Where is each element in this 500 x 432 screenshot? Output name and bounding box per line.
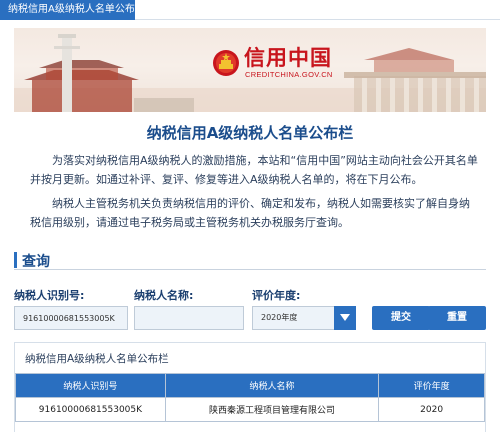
evaluation-year-label: 评价年度: xyxy=(252,289,301,302)
taxpayer-name-label: 纳税人名称: xyxy=(134,289,194,302)
column-header-taxpayer-name: 纳税人名称 xyxy=(164,373,380,398)
page-title: 纳税信用A级纳税人名单公布栏 xyxy=(146,124,354,142)
results-panel: 纳税信用A级纳税人名单公布栏 纳税人识别号 纳税人名称 评价年度 9161000… xyxy=(14,342,486,432)
reset-button[interactable]: 重置 xyxy=(428,306,486,330)
dropdown-toggle[interactable] xyxy=(334,306,356,330)
national-emblem-icon xyxy=(213,50,239,76)
evaluation-year-value: 2020年度 xyxy=(261,313,298,322)
brand-url: CREDITCHINA.GOV.CN xyxy=(245,70,333,79)
chevron-down-icon xyxy=(340,314,350,321)
evaluation-year-select[interactable]: 2020年度 xyxy=(252,306,356,330)
results-table: 纳税人识别号 纳税人名称 评价年度 916100006815530​05K 陕西… xyxy=(15,373,485,422)
section-accent-bar xyxy=(14,252,17,268)
intro-paragraph-1: 为落实对纳税信用A级纳税人的激励措施，本站和“信用中国”网站主动向社会公开其名单… xyxy=(30,154,478,186)
cell-taxpayer-name: 陕西秦源工程项目管理有限公司 xyxy=(164,397,380,422)
cell-taxpayer-id: 916100006815530​05K xyxy=(15,397,166,422)
taxpayer-id-input[interactable] xyxy=(14,306,128,330)
results-title: 纳税信用A级纳税人名单公布栏 xyxy=(25,353,169,365)
brand-name: 信用中国 xyxy=(244,46,332,70)
table-row[interactable]: 916100006815530​05K 陕西秦源工程项目管理有限公司 2020 xyxy=(15,397,485,422)
taxpayer-name-input[interactable] xyxy=(134,306,244,330)
query-section-header: 查询 xyxy=(14,250,486,270)
submit-button[interactable]: 提交 xyxy=(372,306,430,330)
query-section-title: 查询 xyxy=(22,254,50,270)
cell-evaluation-year: 2020 xyxy=(378,397,485,422)
column-header-taxpayer-id: 纳税人识别号 xyxy=(15,373,166,398)
intro-paragraph-2: 纳税人主管税务机关负责纳税信用的评价、确定和发布，纳税人如需要核实了解自身纳税信… xyxy=(30,197,470,229)
banner: 信用中国 CREDITCHINA.GOV.CN xyxy=(14,28,486,112)
table-header-row: 纳税人识别号 纳税人名称 评价年度 xyxy=(15,373,485,398)
tab-tax-credit-list[interactable]: 纳税信用A级纳税人名单公布栏 xyxy=(0,0,135,20)
taxpayer-id-label: 纳税人识别号: xyxy=(14,289,85,302)
column-header-evaluation-year: 评价年度 xyxy=(378,373,485,398)
top-tab-strip: 纳税信用A级纳税人名单公布栏 xyxy=(0,0,500,20)
